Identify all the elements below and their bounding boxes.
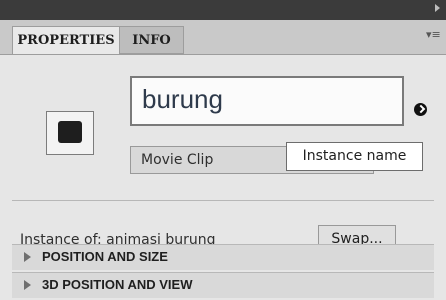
expand-triangle-icon[interactable] <box>24 280 31 290</box>
panel-menu-icon[interactable]: ▾≡ <box>426 29 441 40</box>
panel-title-bar <box>0 0 446 20</box>
properties-content: burung Movie Clip Instance name Instance… <box>0 55 446 300</box>
section-3d-position-and-view[interactable]: 3D POSITION AND VIEW <box>12 272 434 298</box>
movie-clip-symbol-glyph <box>58 121 82 143</box>
link-arrow-icon[interactable] <box>414 103 427 116</box>
tab-strip: PROPERTIES INFO ▾≡ <box>0 20 446 55</box>
properties-panel: PROPERTIES INFO ▾≡ burung Movie Clip Ins… <box>0 0 446 300</box>
movie-clip-symbol-icon <box>46 111 94 155</box>
divider <box>12 200 434 201</box>
expand-triangle-icon[interactable] <box>24 252 31 262</box>
section-title: POSITION AND SIZE <box>42 249 168 264</box>
tab-info[interactable]: INFO <box>120 26 184 54</box>
tab-properties[interactable]: PROPERTIES <box>12 26 120 54</box>
instance-name-tooltip: Instance name <box>286 142 423 171</box>
panel-collapse-icon[interactable] <box>435 4 440 12</box>
section-title: 3D POSITION AND VIEW <box>42 277 193 292</box>
instance-name-input[interactable]: burung <box>130 76 404 126</box>
section-position-and-size[interactable]: POSITION AND SIZE <box>12 244 434 270</box>
